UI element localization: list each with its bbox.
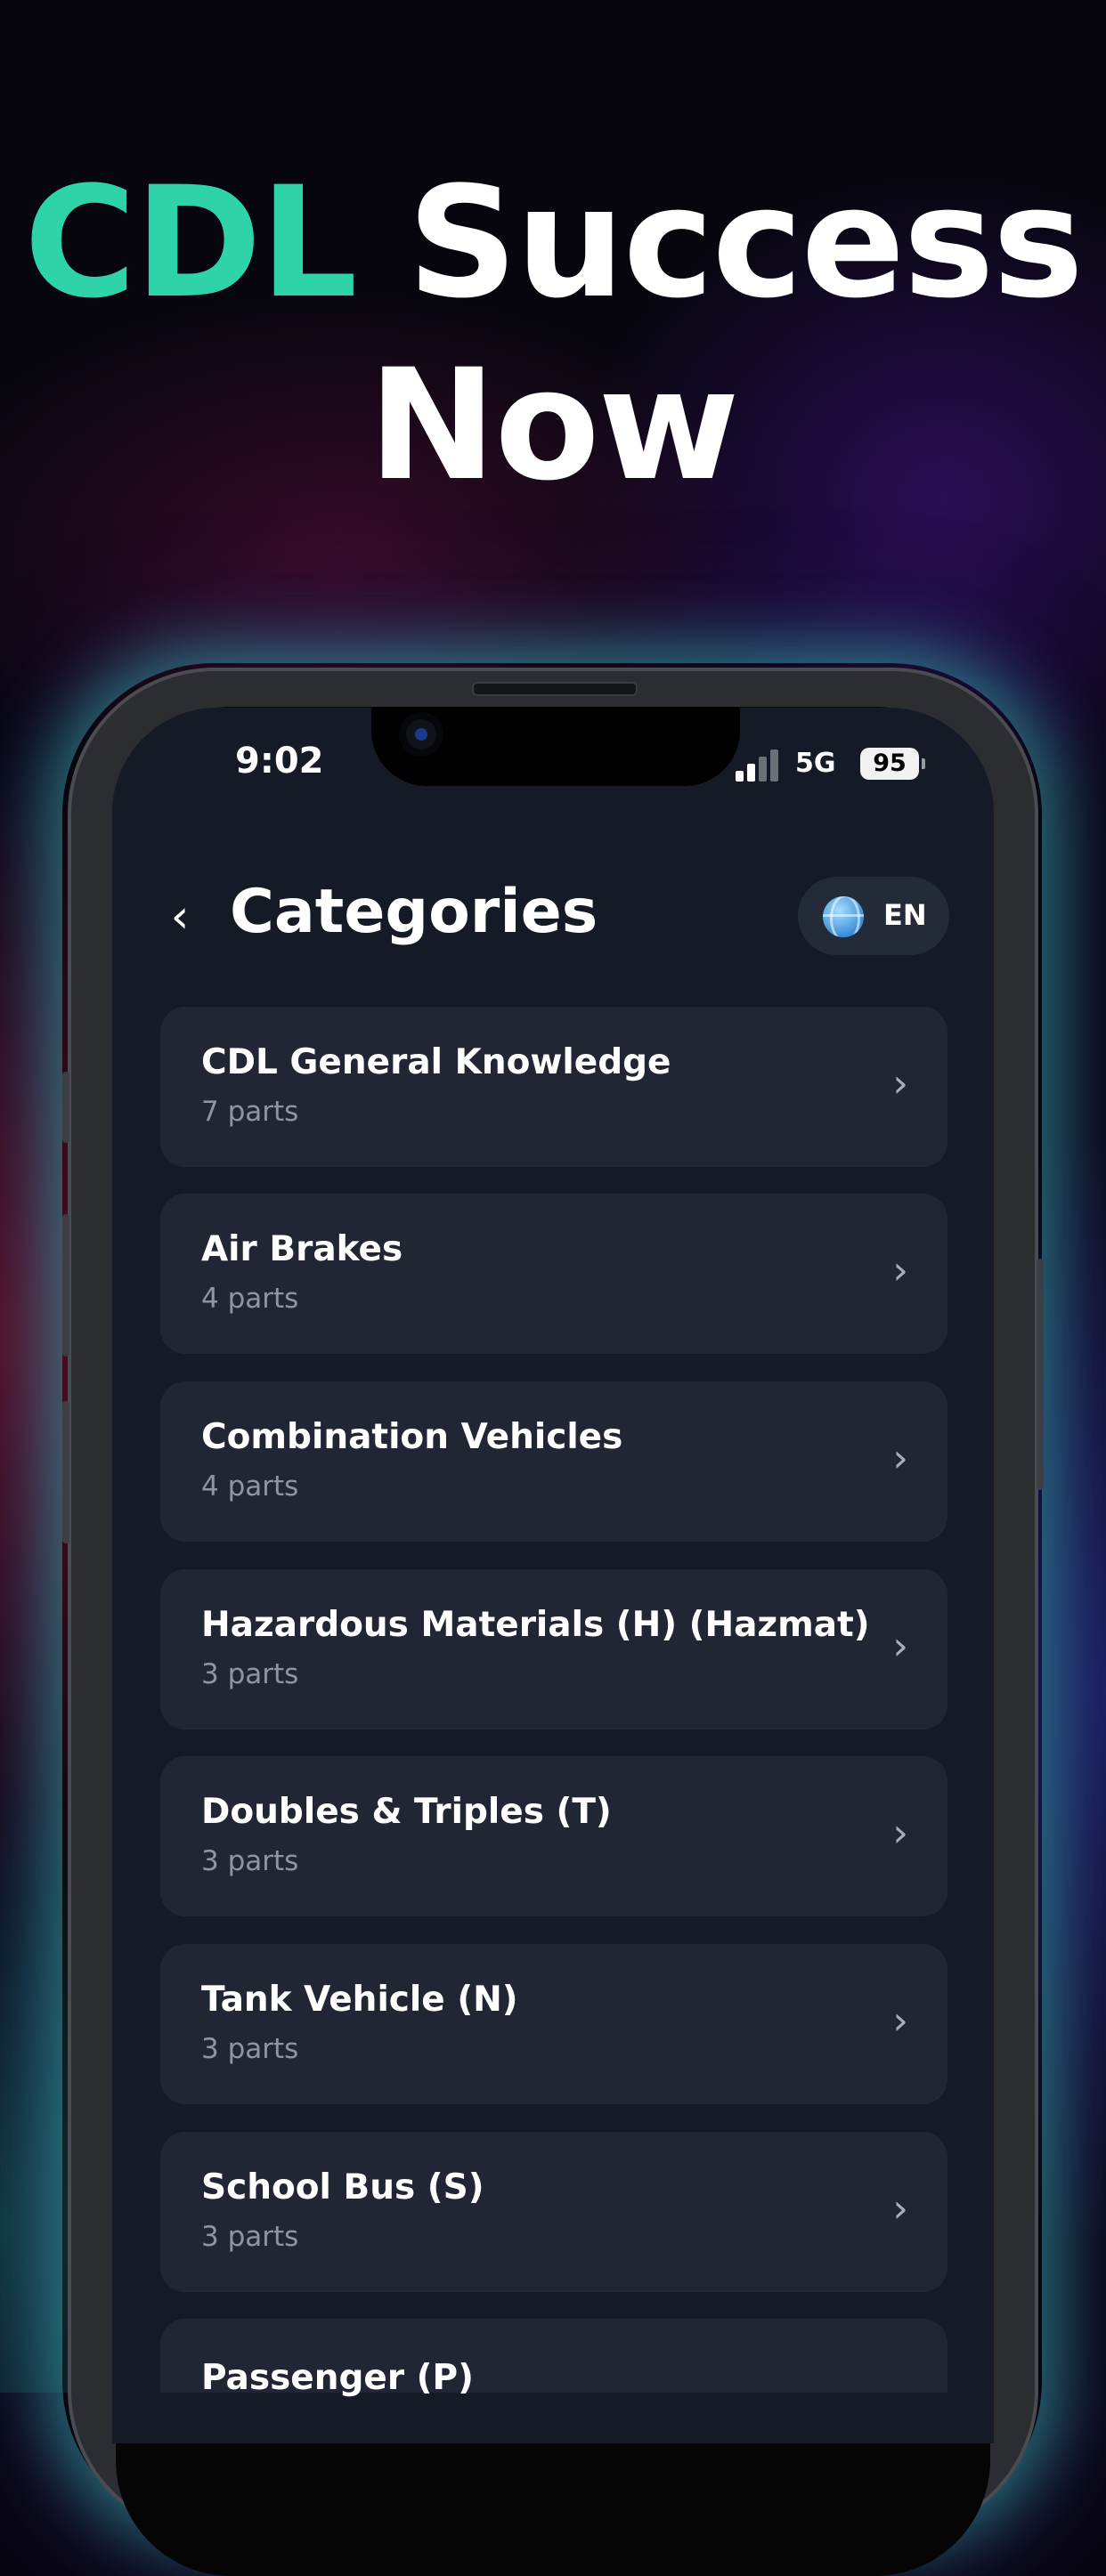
- category-item-school-bus[interactable]: School Bus (S) 3 parts ›: [160, 2132, 947, 2292]
- category-item-doubles-triples[interactable]: Doubles & Triples (T) 3 parts ›: [160, 1756, 947, 1916]
- chevron-right-icon: ›: [892, 1436, 908, 1481]
- promo-headline: CDL Success Now: [0, 151, 1106, 516]
- category-item-passenger[interactable]: Passenger (P): [160, 2319, 947, 2398]
- category-item-combination-vehicles[interactable]: Combination Vehicles 4 parts ›: [160, 1381, 947, 1542]
- back-chevron-icon[interactable]: ‹: [160, 890, 199, 944]
- category-item-air-brakes[interactable]: Air Brakes 4 parts ›: [160, 1194, 947, 1354]
- chevron-right-icon: ›: [892, 1810, 908, 1856]
- volume-up-button: [62, 1214, 69, 1357]
- mute-switch: [62, 1072, 69, 1143]
- language-selector-button[interactable]: EN: [798, 877, 949, 955]
- volume-down-button: [62, 1401, 69, 1543]
- chevron-right-icon: ›: [892, 2186, 908, 2232]
- category-subtitle: 3 parts: [201, 1845, 299, 1877]
- page-title: Categories: [230, 877, 598, 947]
- category-subtitle: 4 parts: [201, 1470, 299, 1503]
- category-item-hazardous-materials[interactable]: Hazardous Materials (H) (Hazmat) 3 parts…: [160, 1569, 947, 1729]
- globe-icon: [823, 896, 864, 937]
- power-button: [1037, 1259, 1044, 1490]
- category-item-tank-vehicle[interactable]: Tank Vehicle (N) 3 parts ›: [160, 1944, 947, 2104]
- network-type: 5G: [795, 748, 836, 779]
- category-subtitle: 3 parts: [201, 1658, 299, 1690]
- category-title: CDL General Knowledge: [201, 1042, 671, 1082]
- category-title: Passenger (P): [201, 2358, 474, 2398]
- category-title: Doubles & Triples (T): [201, 1792, 612, 1832]
- cellular-signal-icon: [736, 746, 782, 782]
- chevron-right-icon: ›: [892, 1248, 908, 1293]
- chevron-right-icon: ›: [892, 1998, 908, 2044]
- headline-line1: Success: [355, 153, 1084, 332]
- category-subtitle: 4 parts: [201, 1283, 299, 1315]
- category-subtitle: 7 parts: [201, 1096, 299, 1128]
- category-subtitle: 3 parts: [201, 2221, 299, 2253]
- category-item-cdl-general-knowledge[interactable]: CDL General Knowledge 7 parts ›: [160, 1007, 947, 1167]
- category-title: Tank Vehicle (N): [201, 1980, 518, 2020]
- category-title: Combination Vehicles: [201, 1417, 623, 1457]
- battery-icon: 95: [860, 748, 925, 780]
- headline-line2: Now: [368, 336, 739, 514]
- category-title: School Bus (S): [201, 2167, 484, 2207]
- category-title: Air Brakes: [201, 1229, 403, 1269]
- earpiece-speaker: [472, 682, 638, 696]
- front-camera-icon: [399, 712, 443, 757]
- category-title: Hazardous Materials (H) (Hazmat): [201, 1605, 870, 1645]
- headline-accent: CDL: [23, 153, 358, 332]
- category-subtitle: 3 parts: [201, 2033, 299, 2065]
- status-time: 9:02: [235, 741, 324, 782]
- language-label: EN: [883, 898, 927, 932]
- battery-level: 95: [873, 749, 907, 777]
- chevron-right-icon: ›: [892, 1624, 908, 1669]
- chevron-right-icon: ›: [892, 1061, 908, 1106]
